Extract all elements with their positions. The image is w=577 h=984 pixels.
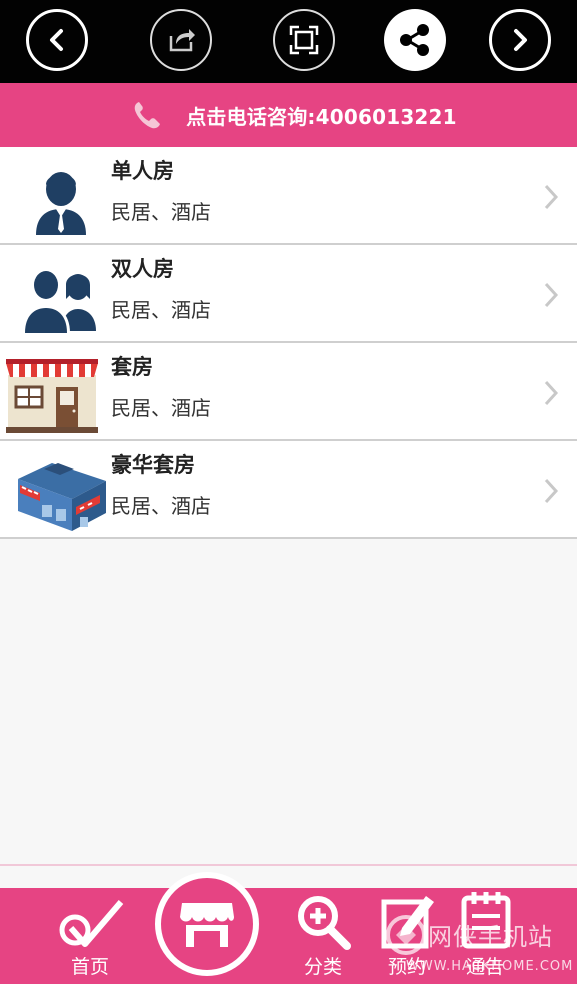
building-icon: [18, 463, 106, 531]
room-subtitle: 民居、酒店: [111, 494, 211, 518]
chevron-right-icon: [514, 29, 527, 51]
chevron-left-icon: [50, 29, 63, 51]
center-circle: [155, 872, 259, 976]
fullscreen-button[interactable]: [273, 9, 335, 71]
edit-icon: [381, 896, 434, 949]
list-item-single-room[interactable]: 单人房 民居、酒店: [0, 147, 577, 245]
room-thumb: [16, 255, 108, 335]
room-title: 单人房: [111, 159, 174, 183]
content-divider: [0, 864, 577, 866]
nav-category[interactable]: 分类: [288, 888, 358, 984]
share-nodes-icon: [400, 24, 429, 56]
room-subtitle: 民居、酒店: [111, 396, 211, 420]
back-button[interactable]: [26, 9, 88, 71]
nav-home[interactable]: 首页: [54, 888, 126, 984]
forward-button[interactable]: [489, 9, 551, 71]
room-subtitle: 民居、酒店: [111, 200, 211, 224]
nav-notice[interactable]: 通告: [450, 888, 520, 984]
phone-icon: [134, 102, 161, 129]
shop-front-icon: [6, 359, 98, 433]
room-list: 单人房 民居、酒店 双人房 民居、酒店 套房 民居、酒店 豪华套房 民居、酒店: [0, 147, 577, 539]
app-screen: 点击电话咨询:4006013221 单人房 民居、酒店 双人房 民居、酒店 套房…: [0, 0, 577, 984]
nav-booking[interactable]: 预约: [372, 888, 442, 984]
single-person-icon: [36, 172, 86, 235]
nav-label: 通告: [465, 956, 504, 978]
phone-consult-bar[interactable]: 点击电话咨询:4006013221: [0, 83, 577, 147]
chevron-right-icon: [544, 184, 559, 210]
top-toolbar: [0, 0, 577, 83]
room-title: 豪华套房: [111, 453, 195, 477]
chevron-right-icon: [544, 478, 559, 504]
chevron-right-icon: [544, 380, 559, 406]
chevron-right-icon: [544, 282, 559, 308]
nav-label: 分类: [303, 956, 342, 978]
two-people-icon: [22, 269, 96, 333]
nav-label: 预约: [387, 956, 426, 978]
room-thumb: [4, 353, 98, 433]
nav-label: 首页: [70, 956, 109, 978]
bottom-nav: 首页 分类 预约 通告: [0, 888, 577, 984]
store-icon: [180, 903, 234, 947]
home-check-icon: [59, 900, 124, 947]
fullscreen-icon: [289, 25, 319, 55]
list-item-double-room[interactable]: 双人房 民居、酒店: [0, 245, 577, 343]
share-out-button[interactable]: [150, 9, 212, 71]
room-title: 套房: [111, 355, 153, 379]
zoom-plus-icon: [298, 896, 351, 950]
center-store-button[interactable]: [155, 872, 259, 984]
share-arrow-icon: [169, 29, 195, 52]
list-item-deluxe-suite[interactable]: 豪华套房 民居、酒店: [0, 441, 577, 539]
room-subtitle: 民居、酒店: [111, 298, 211, 322]
share-button[interactable]: [384, 9, 446, 71]
room-thumb: [16, 157, 108, 237]
notepad-icon: [461, 892, 511, 949]
room-title: 双人房: [111, 257, 174, 281]
phone-consult-text: 点击电话咨询:4006013221: [186, 104, 457, 129]
room-thumb: [14, 451, 106, 531]
list-item-suite[interactable]: 套房 民居、酒店: [0, 343, 577, 441]
